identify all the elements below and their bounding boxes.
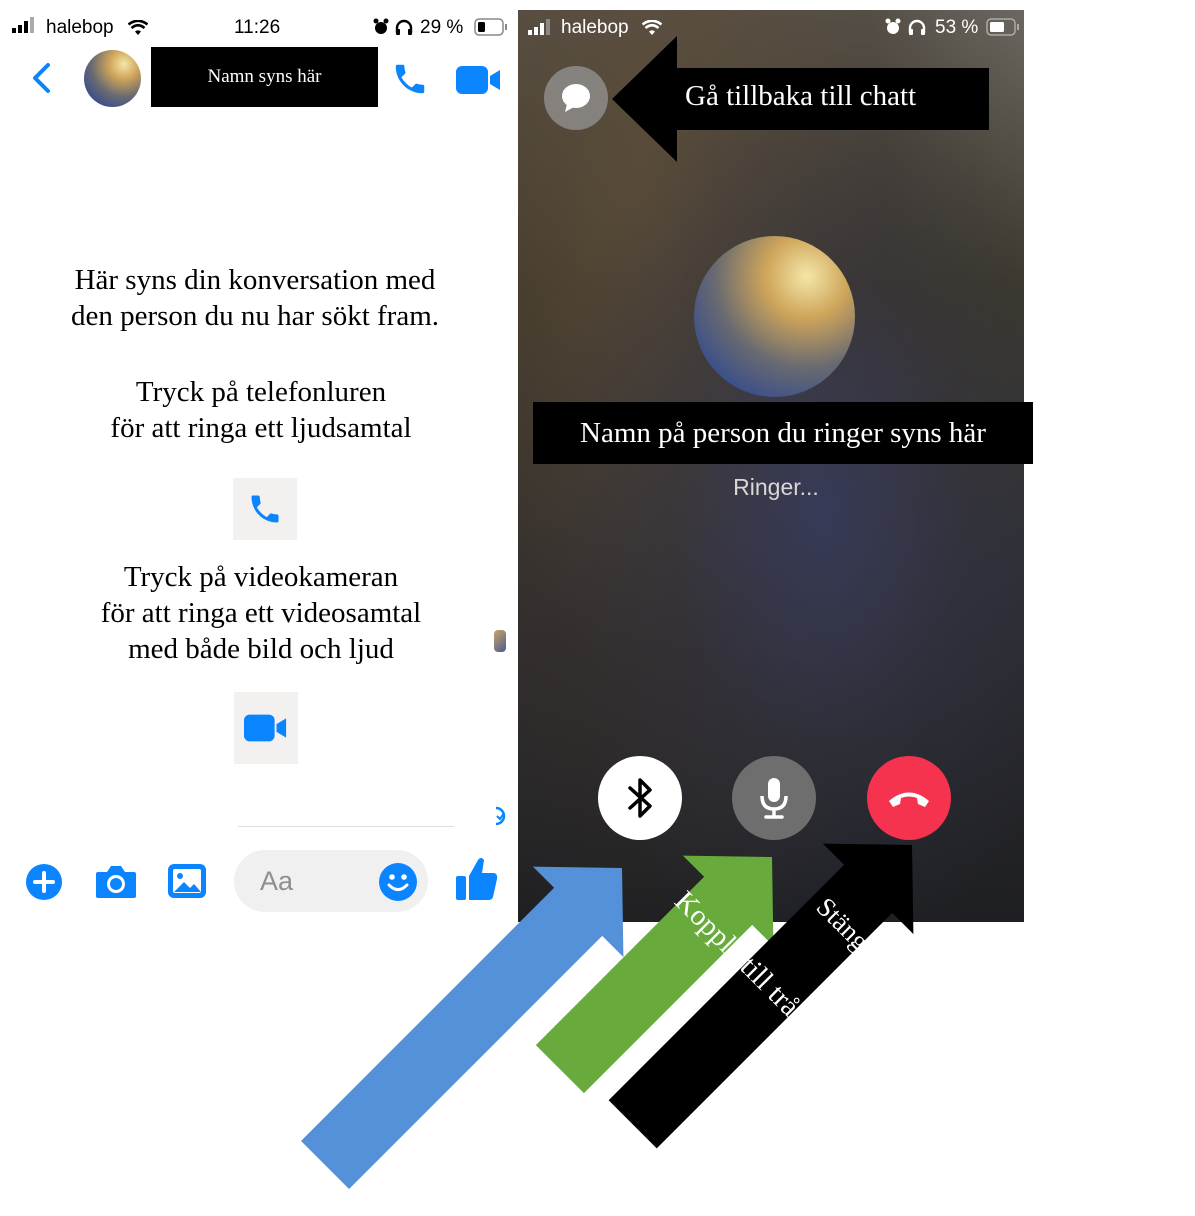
annotation-arrows-layer — [300, 36, 989, 1190]
back-to-chat-annotation: Gå tillbaka till chatt — [685, 80, 917, 112]
